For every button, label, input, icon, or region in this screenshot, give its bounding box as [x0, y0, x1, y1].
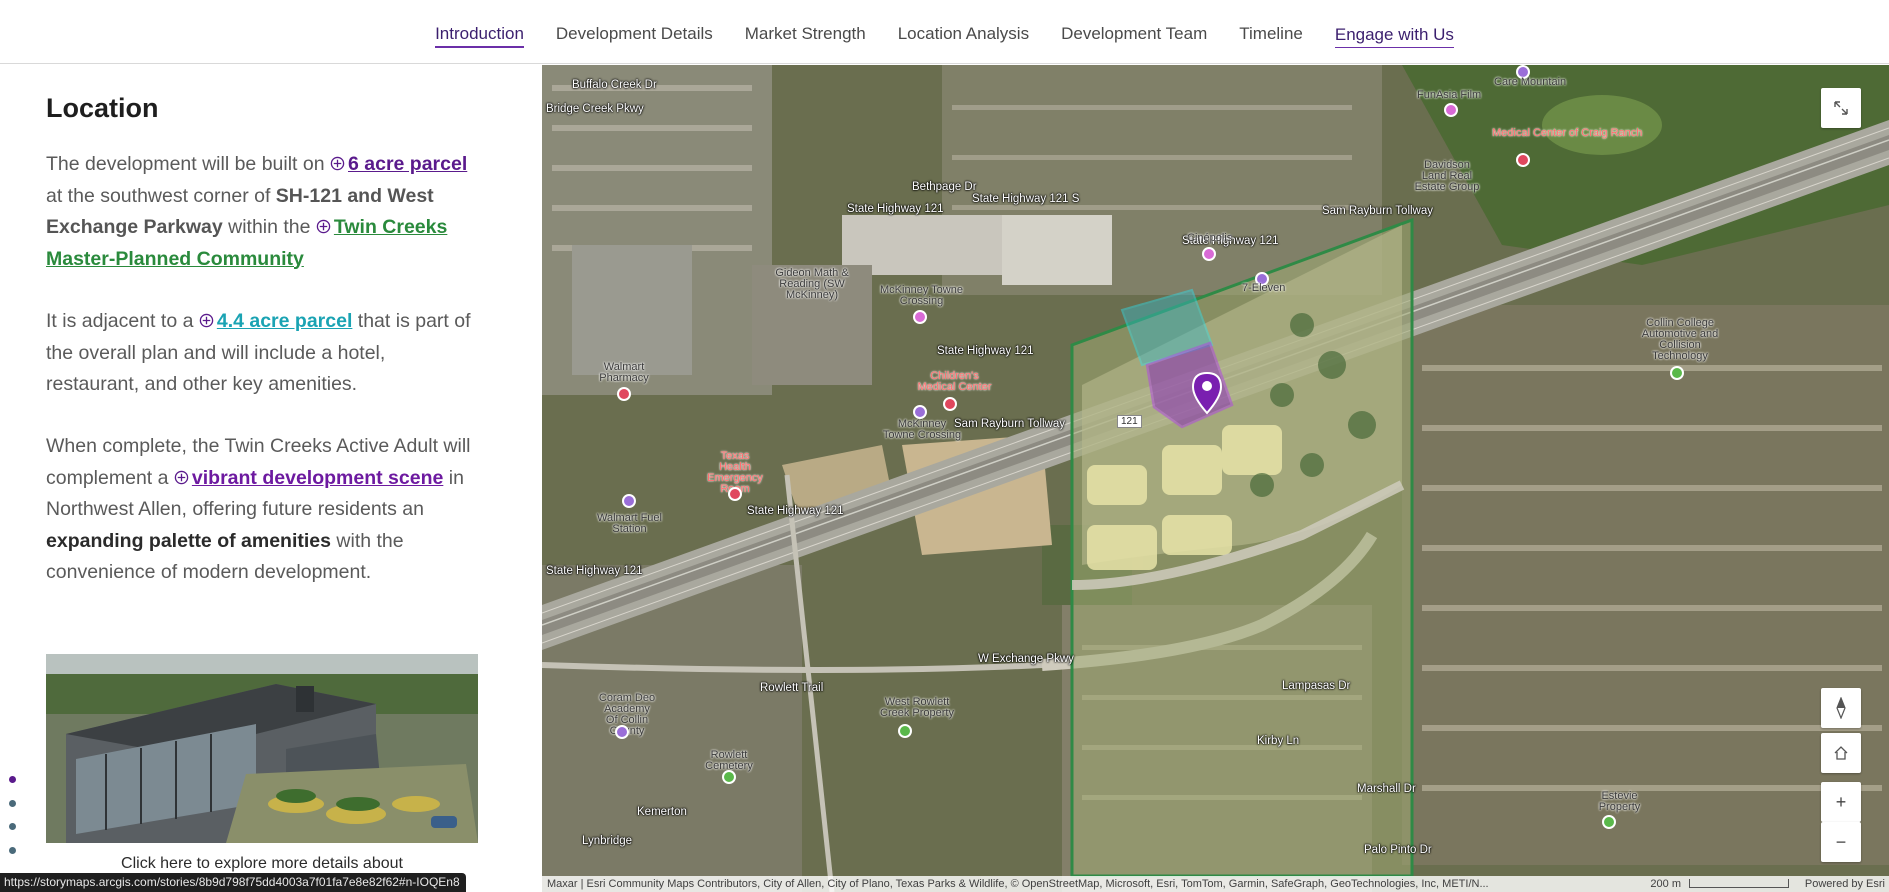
nav-development-team[interactable]: Development Team — [1061, 16, 1207, 48]
top-navigation: Introduction Development Details Market … — [0, 0, 1889, 64]
poi-marker[interactable] — [722, 770, 736, 784]
section-heading: Location — [46, 93, 159, 123]
poi-marker[interactable] — [898, 724, 912, 738]
rendering-caption[interactable]: Click here to explore more details about — [46, 855, 478, 873]
browser-status-url: https://storymaps.arcgis.com/stories/8b9… — [0, 873, 466, 892]
poi-marker[interactable] — [913, 405, 927, 419]
map-action-icon — [174, 470, 189, 484]
poi-marker[interactable] — [1516, 65, 1530, 79]
zoom-in-button[interactable]: + — [1821, 782, 1861, 822]
text: at the southwest corner of — [46, 184, 276, 207]
progress-dot[interactable] — [9, 776, 16, 783]
nav-market-strength[interactable]: Market Strength — [745, 16, 866, 48]
text: within the — [222, 216, 316, 238]
scale-label: 200 m — [1650, 878, 1681, 890]
map-attribution-bar: Maxar | Esri Community Maps Contributors… — [542, 876, 1889, 892]
nav-timeline[interactable]: Timeline — [1239, 16, 1303, 48]
attribution-text[interactable]: Maxar | Esri Community Maps Contributors… — [547, 878, 1489, 890]
nav-location-analysis[interactable]: Location Analysis — [898, 16, 1029, 48]
home-button[interactable] — [1821, 733, 1861, 773]
development-rendering-image[interactable] — [46, 654, 478, 843]
compass-icon — [1836, 697, 1846, 719]
scale-bar — [1689, 879, 1789, 888]
satellite-map[interactable]: Buffalo Creek Dr Bridge Creek Pkwy State… — [542, 65, 1889, 892]
expand-icon — [1834, 101, 1848, 115]
map-link-vibrant-development-scene[interactable]: vibrant development scene — [192, 467, 443, 489]
poi-marker[interactable] — [1202, 247, 1216, 261]
paragraph-complement: When complete, the Twin Creeks Active Ad… — [46, 431, 476, 589]
nav-engage-with-us[interactable]: Engage with Us — [1334, 17, 1454, 48]
poi-marker[interactable] — [1255, 272, 1269, 286]
compass-button[interactable] — [1821, 688, 1861, 728]
expand-map-button[interactable] — [1821, 88, 1861, 128]
map-link-4-4-acre-parcel[interactable]: 4.4 acre parcel — [217, 310, 353, 332]
map-action-icon — [316, 219, 331, 234]
zoom-out-button[interactable]: − — [1821, 822, 1861, 862]
nav-introduction[interactable]: Introduction — [435, 16, 524, 48]
map-action-icon — [330, 156, 345, 171]
map-link-6-acre-parcel[interactable]: 6 acre parcel — [348, 153, 467, 175]
powered-by-esri[interactable]: Powered by Esri — [1805, 876, 1885, 892]
progress-dot[interactable] — [9, 846, 16, 854]
map-imagery — [542, 65, 1889, 892]
poi-marker[interactable] — [1444, 103, 1458, 117]
map-action-icon — [199, 313, 214, 328]
story-panel: Location The development will be built o… — [0, 65, 541, 892]
poi-marker[interactable] — [1602, 815, 1616, 829]
poi-marker[interactable] — [1670, 366, 1684, 380]
poi-marker[interactable] — [1516, 153, 1530, 167]
poi-marker[interactable] — [913, 310, 927, 324]
text: The development will be built on — [46, 153, 330, 175]
paragraph-location: The development will be built on 6 acre … — [46, 149, 476, 275]
progress-dot[interactable] — [9, 799, 16, 807]
progress-dot[interactable] — [9, 823, 16, 830]
nav-development-details[interactable]: Development Details — [556, 16, 713, 48]
text: It is adjacent to a — [46, 310, 199, 332]
home-icon — [1834, 746, 1848, 760]
poi-marker[interactable] — [728, 487, 742, 501]
story-progress-dots — [9, 776, 19, 870]
poi-marker[interactable] — [622, 494, 636, 508]
poi-marker[interactable] — [943, 397, 957, 411]
poi-marker[interactable] — [617, 387, 631, 401]
bold-text: expanding palette of amenities — [46, 529, 331, 552]
poi-marker[interactable] — [615, 725, 629, 739]
paragraph-adjacent: It is adjacent to a 4.4 acre parcel that… — [46, 306, 476, 401]
